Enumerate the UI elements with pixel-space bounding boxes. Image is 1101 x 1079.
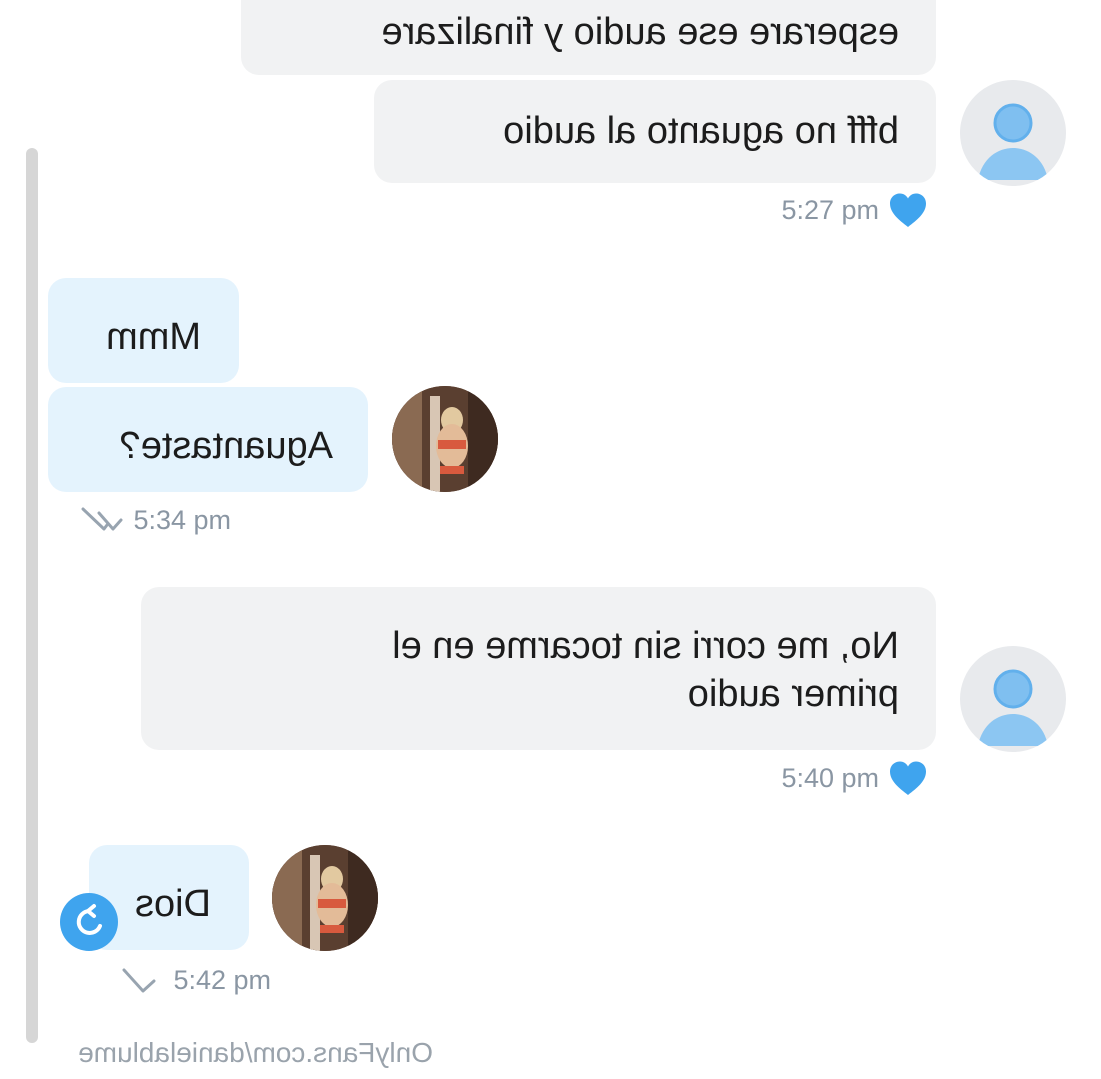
message-bubble[interactable]: bfff no aguanto al audio (374, 80, 936, 183)
single-check-icon (122, 968, 156, 993)
chat-view-mirrored: esperare ese audio y finalizare bfff no … (0, 0, 1101, 1079)
user-silhouette-icon (978, 669, 1048, 746)
heart-icon[interactable] (887, 759, 929, 797)
message-text: bfff no aguanto al audio (503, 110, 899, 152)
timestamp: 5:27 pm (781, 195, 879, 225)
refresh-button[interactable] (60, 893, 118, 951)
user-silhouette-icon (978, 103, 1048, 180)
message-bubble[interactable]: esperare ese audio y finalizare (241, 0, 936, 75)
default-user-avatar[interactable] (960, 80, 1066, 186)
message-text: esperare ese audio y finalizare (381, 11, 899, 53)
message-bubble[interactable]: No, me corri sin tocarme en el primer au… (141, 587, 936, 750)
timestamp: 5:34 pm (133, 505, 231, 535)
default-user-avatar[interactable] (960, 646, 1066, 752)
message-bubble[interactable]: Mmm (48, 278, 239, 383)
refresh-icon (76, 904, 102, 935)
message-text: Aguantaste? (119, 425, 333, 467)
creator-photo (272, 845, 378, 951)
message-text: Mmm (106, 316, 201, 358)
double-check-icon (81, 507, 123, 531)
message-text: No, me corri sin tocarme en el primer au… (392, 625, 899, 715)
message-meta: 5:27 pm (781, 192, 929, 228)
message-meta: 5:42 pm (121, 962, 271, 998)
watermark: OnlyFans.com/danielablume (78, 1037, 433, 1069)
creator-photo-avatar[interactable] (392, 386, 498, 492)
watermark-text: OnlyFans.com/danielablume (78, 1037, 433, 1068)
message-meta: 5:34 pm (77, 502, 231, 538)
message-bubble[interactable]: Aguantaste? (48, 387, 368, 492)
heart-icon[interactable] (887, 191, 929, 229)
timestamp: 5:42 pm (173, 965, 271, 995)
timestamp: 5:40 pm (781, 763, 879, 793)
creator-photo-avatar[interactable] (272, 845, 378, 951)
scrollbar[interactable] (26, 148, 38, 1043)
creator-photo (392, 386, 498, 492)
message-meta: 5:40 pm (781, 760, 929, 796)
